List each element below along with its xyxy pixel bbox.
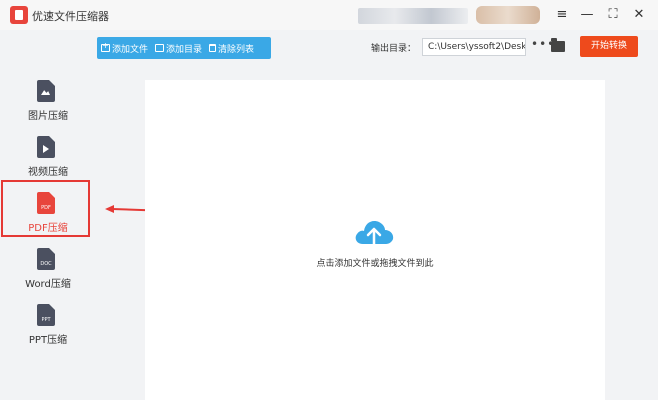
sidebar-item-ppt[interactable]: PPT PPT压缩 (0, 304, 96, 358)
blurred-avatar (476, 6, 540, 24)
minimize-icon[interactable]: — (578, 6, 596, 24)
ppt-icon: PPT (37, 304, 55, 326)
add-file-button[interactable]: 添加文件 (97, 37, 151, 59)
doc-icon: DOC (37, 248, 55, 270)
sidebar-item-label: 视频压缩 (28, 167, 68, 178)
add-file-icon (101, 41, 110, 52)
cloud-upload-icon[interactable] (353, 214, 395, 250)
folder-outline-icon (155, 44, 165, 52)
output-path-field[interactable]: C:\Users\yssoft2\Deskt (422, 38, 526, 56)
start-convert-button[interactable]: 开始转换 (580, 36, 638, 57)
add-folder-button[interactable]: 添加目录 (151, 37, 205, 59)
maximize-icon[interactable]: ⛶ (604, 6, 622, 24)
output-dir-label: 输出目录： (371, 44, 417, 54)
app-title: 优速文件压缩器 (32, 10, 109, 23)
file-button-group: 添加文件 添加目录 清除列表 (97, 37, 271, 59)
sidebar-item-label: Word压缩 (25, 279, 71, 290)
blurred-account-info (358, 8, 468, 24)
right-margin (605, 64, 658, 400)
open-folder-icon[interactable] (551, 38, 565, 52)
annotation-arrow-head (105, 205, 114, 213)
clear-list-label: 清除列表 (218, 44, 255, 55)
annotation-highlight-box (1, 180, 90, 237)
trash-icon (209, 44, 217, 52)
sidebar-item-label: PPT压缩 (28, 335, 68, 346)
title-bar: 优速文件压缩器 ≡ — ⛶ ✕ (0, 0, 658, 30)
sidebar-item-label: 图片压缩 (28, 111, 68, 122)
app-logo-icon (10, 6, 28, 24)
drop-hint-text: 点击添加文件或拖拽文件到此 (316, 259, 434, 269)
add-file-label: 添加文件 (112, 44, 149, 55)
sidebar-item-word[interactable]: DOC Word压缩 (0, 248, 96, 302)
sidebar-item-image[interactable]: 图片压缩 (0, 80, 96, 134)
clear-list-button[interactable]: 清除列表 (205, 37, 257, 59)
image-icon (37, 80, 55, 102)
video-icon (37, 136, 55, 158)
close-icon[interactable]: ✕ (630, 6, 648, 24)
add-folder-label: 添加目录 (166, 44, 203, 55)
menu-icon[interactable]: ≡ (553, 6, 571, 24)
